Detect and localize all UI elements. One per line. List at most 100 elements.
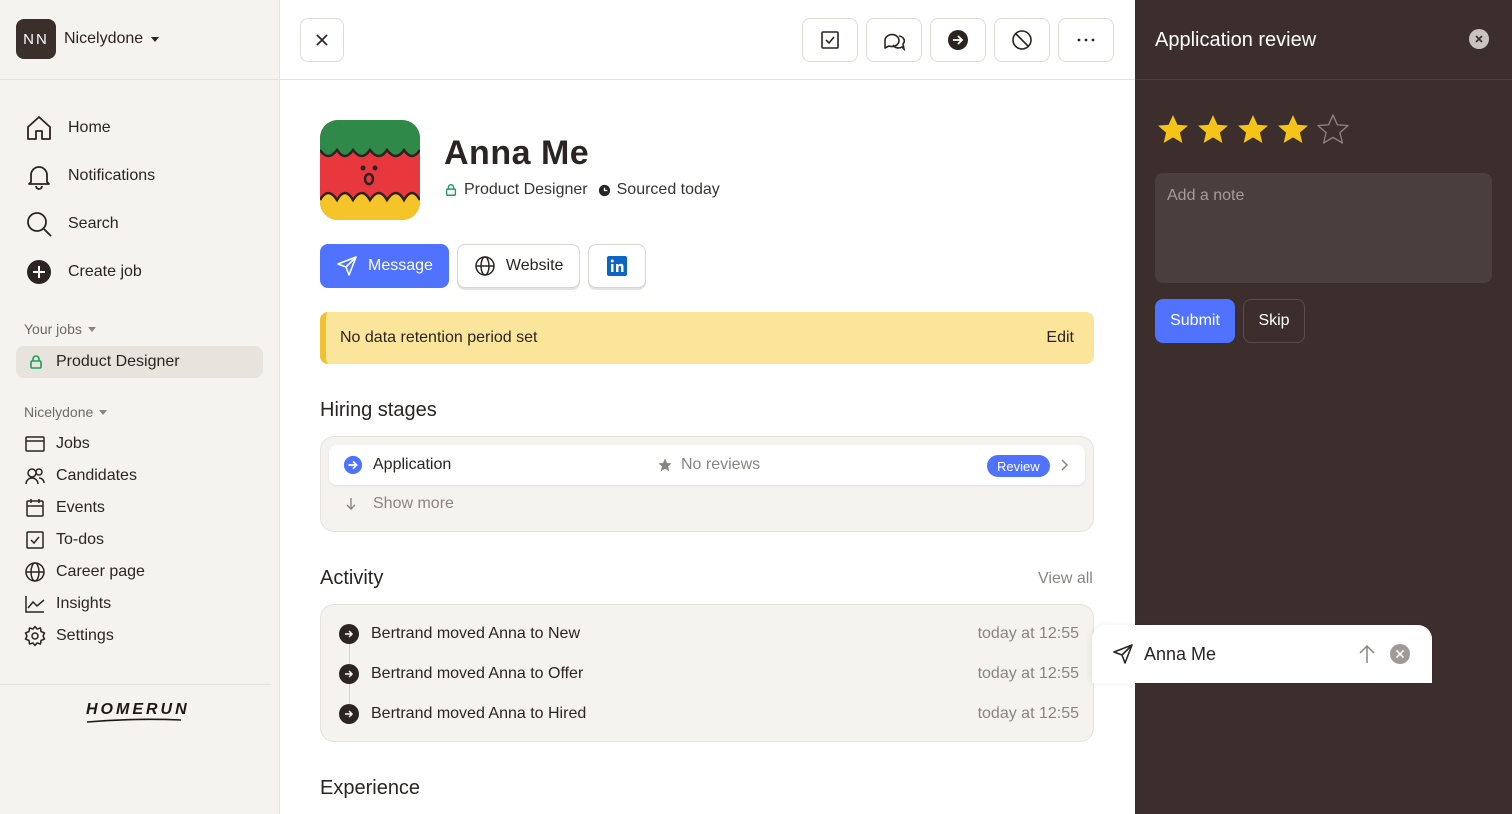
sidebar-item-label: Product Designer [56, 353, 180, 370]
chart-icon [25, 596, 45, 613]
banner-text: No data retention period set [340, 329, 538, 346]
activity-time: today at 12:55 [977, 705, 1079, 722]
sidebar-item-candidates[interactable]: Candidates [24, 460, 145, 492]
candidate-actions: Message Website [320, 244, 654, 288]
review-note-input[interactable] [1155, 173, 1492, 283]
nav-item-notifications[interactable]: Notifications [24, 152, 155, 200]
activity-row: Bertrand moved Anna to Offer today at 12… [339, 664, 1079, 684]
star-rating[interactable] [1155, 112, 1355, 148]
candidate-sourced: Sourced today [616, 181, 720, 198]
section-label: Nicelydone [24, 404, 94, 420]
sidebar-item-todos[interactable]: To-dos [24, 524, 145, 556]
divider [0, 684, 271, 685]
sidebar-item-product-designer[interactable]: Product Designer [16, 346, 263, 378]
message-button[interactable]: Message [320, 244, 449, 288]
toolbar [280, 0, 1135, 80]
activity-row: Bertrand moved Anna to Hired today at 12… [339, 704, 1079, 724]
candidate-meta: Product Designer Sourced today [444, 181, 720, 199]
bell-icon [28, 166, 50, 190]
checkbox-icon [821, 31, 839, 49]
sidebar-item-label: Candidates [56, 467, 137, 484]
nav-item-label: Create job [68, 263, 142, 280]
hiring-stages-panel: Application No reviews Review Show more [320, 436, 1094, 532]
divider [1135, 79, 1512, 80]
globe-icon [25, 562, 45, 582]
main-nav: Home Notifications Search Create job [24, 104, 155, 296]
send-icon [1113, 644, 1133, 664]
arrow-down-icon [346, 498, 356, 510]
composer-recipient: Anna Me [1144, 644, 1217, 664]
org-section-toggle[interactable]: Nicelydone [24, 404, 108, 420]
users-icon [25, 468, 45, 485]
retention-banner: No data retention period set Edit [320, 312, 1094, 364]
section-label: Your jobs [24, 321, 82, 337]
review-title: Application review [1155, 29, 1317, 51]
review-badge[interactable]: Review [987, 455, 1050, 477]
divider [0, 79, 279, 80]
org-avatar: NN [16, 19, 56, 59]
show-more-button[interactable]: Show more [345, 495, 454, 513]
activity-heading: Activity [320, 567, 384, 589]
edit-retention-link[interactable]: Edit [1046, 329, 1074, 347]
application-review-panel: Application review Submit Skip [1135, 0, 1512, 814]
sidebar-item-label: Events [56, 499, 105, 516]
activity-text: Bertrand moved Anna to Offer [371, 665, 584, 682]
nav-item-label: Home [68, 119, 111, 136]
experience-heading: Experience [320, 777, 421, 799]
gear-icon [24, 625, 46, 647]
search-icon [27, 212, 52, 237]
sidebar-item-insights[interactable]: Insights [24, 588, 145, 620]
candidate-job[interactable]: Product Designer [464, 181, 588, 199]
nav-item-search[interactable]: Search [24, 200, 155, 248]
expand-arrow-up-icon[interactable] [1358, 644, 1376, 664]
nav-item-create-job[interactable]: Create job [24, 248, 155, 296]
close-icon[interactable] [1390, 644, 1410, 664]
star-filled-icon[interactable] [1275, 112, 1311, 148]
activity-time: today at 12:55 [977, 625, 1079, 642]
activity-text: Bertrand moved Anna to New [371, 625, 581, 642]
more-button[interactable] [1058, 18, 1114, 62]
view-all-activity-link[interactable]: View all [1038, 570, 1093, 588]
minimized-message-composer[interactable]: Anna Me [1092, 625, 1432, 683]
sidebar-item-jobs[interactable]: Jobs [24, 428, 145, 460]
lock-icon [445, 184, 457, 196]
lock-icon [30, 355, 42, 369]
stage-row[interactable]: Application No reviews Review [329, 445, 1085, 485]
chevron-down-icon [87, 326, 96, 332]
sidebar-item-label: Insights [56, 595, 112, 612]
sidebar-item-label: Jobs [56, 435, 90, 452]
website-button[interactable]: Website [456, 244, 581, 288]
sidebar-item-career-page[interactable]: Career page [24, 556, 145, 588]
chevron-down-icon [151, 36, 160, 42]
close-button[interactable] [300, 18, 344, 62]
your-jobs-section-toggle[interactable]: Your jobs [24, 321, 96, 337]
activity-text: Bertrand moved Anna to Hired [371, 705, 587, 722]
comment-button[interactable] [866, 18, 922, 62]
star-empty-icon[interactable] [1315, 112, 1351, 148]
nav-item-label: Notifications [68, 167, 156, 184]
star-filled-icon[interactable] [1195, 112, 1231, 148]
review-close-button[interactable] [1469, 29, 1489, 49]
todo-button[interactable] [802, 18, 858, 62]
star-filled-icon[interactable] [1235, 112, 1271, 148]
reviews-text: No reviews [681, 456, 761, 473]
disqualify-button[interactable] [994, 18, 1050, 62]
linkedin-button[interactable] [588, 244, 647, 288]
move-stage-button[interactable] [930, 18, 986, 62]
sidebar-item-events[interactable]: Events [24, 492, 145, 524]
org-switcher[interactable]: NN Nicelydone [16, 19, 160, 59]
skip-button[interactable]: Skip [1243, 299, 1305, 343]
calendar-icon [26, 499, 44, 517]
org-name: Nicelydone [64, 30, 144, 47]
sidebar-item-settings[interactable]: Settings [24, 620, 145, 652]
submit-button[interactable]: Submit [1155, 299, 1235, 343]
sidebar-item-label: To-dos [56, 531, 105, 548]
arrow-right-circle-icon [948, 30, 968, 50]
nav-item-home[interactable]: Home [24, 104, 155, 152]
message-label: Message [368, 257, 433, 274]
close-icon [1475, 35, 1483, 43]
chevron-down-icon [99, 409, 108, 415]
star-filled-icon[interactable] [1155, 112, 1191, 148]
candidate-avatar [320, 120, 420, 220]
activity-time: today at 12:55 [977, 665, 1079, 682]
